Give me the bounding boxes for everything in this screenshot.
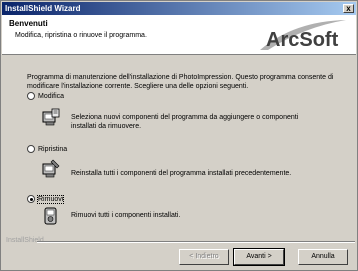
installshield-wizard-window: InstallShield Wizard x Benvenuti Modific… — [0, 0, 358, 271]
intro-text: Programma di manutenzione dell'installaz… — [27, 74, 334, 90]
footer-divider — [37, 241, 355, 243]
arcsoft-logo: ArcSoft — [260, 20, 346, 51]
cancel-button[interactable]: Annulla — [298, 249, 348, 265]
radio-modify-button[interactable] — [27, 92, 35, 100]
repair-icon — [42, 159, 60, 178]
next-button[interactable]: Avanti > — [233, 248, 285, 266]
radio-modify[interactable]: Modifica — [27, 92, 64, 102]
remove-icon — [44, 207, 57, 225]
radio-modify-label[interactable]: Modifica — [38, 93, 64, 100]
logo-text: ArcSoft — [266, 29, 339, 51]
radio-repair-button[interactable] — [27, 145, 35, 153]
back-button[interactable]: < Indietro — [179, 249, 229, 265]
window-title: InstallShield Wizard — [5, 4, 81, 13]
radio-remove-button[interactable] — [27, 195, 35, 203]
header-subtitle: Modifica, ripristina o rinuove il progra… — [15, 32, 147, 39]
radio-remove[interactable]: Rimuovi — [27, 195, 65, 205]
modify-icon — [42, 108, 60, 126]
title-bar: InstallShield Wizard x — [2, 2, 356, 15]
option-modify-description: Seleziona nuovi componenti del programma… — [71, 114, 299, 130]
header-title: Benvenuti — [9, 19, 48, 28]
option-repair-description: Reinstalla tutti i componenti del progra… — [71, 170, 292, 177]
option-remove-description: Rimuovi tutti i componenti installati. — [71, 212, 181, 219]
wizard-header: Benvenuti Modifica, ripristina o rinuove… — [2, 15, 356, 55]
radio-remove-label[interactable]: Rimuovi — [36, 195, 65, 204]
radio-repair-label[interactable]: Ripristina — [38, 146, 67, 153]
radio-repair[interactable]: Ripristina — [27, 145, 67, 155]
close-button[interactable]: x — [343, 4, 354, 13]
